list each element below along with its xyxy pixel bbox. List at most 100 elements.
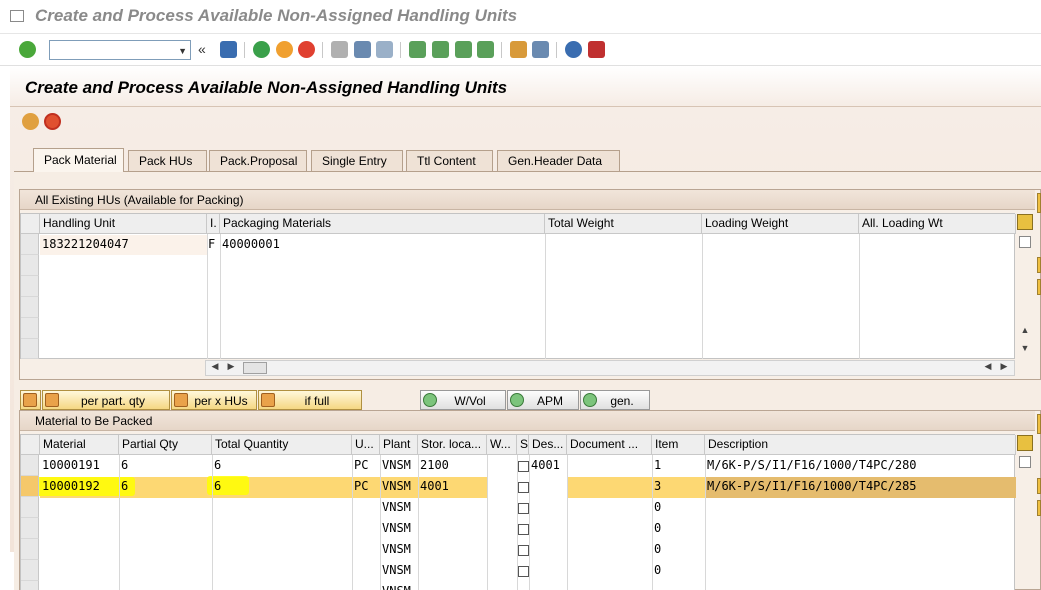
row-checkbox[interactable] bbox=[518, 545, 529, 556]
col-description[interactable]: Description bbox=[705, 435, 1016, 455]
gen-button[interactable]: gen. bbox=[580, 390, 650, 410]
row-checkbox[interactable] bbox=[518, 482, 529, 493]
customize-layout-icon[interactable] bbox=[588, 41, 605, 58]
material-number[interactable]: 10000191 bbox=[40, 456, 119, 477]
row-selector[interactable] bbox=[21, 276, 39, 297]
previous-page-icon[interactable] bbox=[432, 41, 449, 58]
hu-number[interactable]: 183221204047 bbox=[40, 235, 207, 256]
col-total-quantity[interactable]: Total Quantity bbox=[212, 435, 352, 455]
hu-total-weight[interactable] bbox=[545, 235, 702, 256]
row-selector[interactable] bbox=[21, 476, 39, 497]
scroll-thumb[interactable] bbox=[243, 362, 267, 374]
total-quantity[interactable]: 6 bbox=[212, 477, 352, 498]
tab-ttl-content[interactable]: Ttl Content bbox=[406, 150, 493, 171]
partial-qty[interactable]: 6 bbox=[119, 456, 212, 477]
row-selector[interactable] bbox=[21, 297, 39, 318]
document[interactable] bbox=[567, 477, 652, 498]
tab-gen-header-data[interactable]: Gen.Header Data bbox=[497, 150, 620, 171]
total-quantity[interactable]: 6 bbox=[212, 456, 352, 477]
select-column-icon[interactable] bbox=[1019, 236, 1031, 248]
per-part-qty-button[interactable]: per part. qty bbox=[42, 390, 170, 410]
col-all-loading-wt[interactable]: All. Loading Wt bbox=[859, 214, 1016, 234]
lifebuoy-icon[interactable] bbox=[44, 113, 61, 130]
tab-single-entry[interactable]: Single Entry bbox=[311, 150, 403, 171]
col-total-weight[interactable]: Total Weight bbox=[545, 214, 702, 234]
find-icon[interactable] bbox=[354, 41, 371, 58]
col-loading-weight[interactable]: Loading Weight bbox=[702, 214, 859, 234]
tab-pack-material[interactable]: Pack Material bbox=[33, 148, 124, 172]
last-page-icon[interactable] bbox=[477, 41, 494, 58]
col-i[interactable]: I. bbox=[207, 214, 220, 234]
row-checkbox[interactable] bbox=[518, 524, 529, 535]
col-handling-unit[interactable]: Handling Unit bbox=[40, 214, 207, 234]
row-selector[interactable] bbox=[21, 318, 39, 339]
row-checkbox[interactable] bbox=[518, 566, 529, 577]
column-layout-icon[interactable] bbox=[1017, 435, 1033, 451]
row-checkbox[interactable] bbox=[518, 461, 529, 472]
row-selector[interactable] bbox=[21, 518, 39, 539]
hu-all-loading-wt[interactable] bbox=[859, 235, 1016, 256]
row-checkbox[interactable] bbox=[518, 503, 529, 514]
destination[interactable] bbox=[529, 477, 567, 498]
cancel-icon[interactable] bbox=[298, 41, 315, 58]
collapse-icon[interactable]: « bbox=[198, 42, 210, 59]
next-page-icon[interactable] bbox=[455, 41, 472, 58]
col-unit[interactable]: U... bbox=[352, 435, 380, 455]
command-field[interactable]: ▼ bbox=[49, 40, 191, 60]
hu-indicator[interactable]: F bbox=[206, 235, 220, 256]
document[interactable] bbox=[567, 456, 652, 477]
partial-qty[interactable]: 6 bbox=[119, 477, 212, 498]
scroll-left-icon[interactable]: ◀ bbox=[208, 361, 222, 375]
w-vol-button[interactable]: W/Vol bbox=[420, 390, 506, 410]
scroll-right-icon[interactable]: ▶ bbox=[224, 361, 238, 375]
scroll-up-icon[interactable]: ▲ bbox=[1018, 325, 1032, 339]
tab-pack-hus[interactable]: Pack HUs bbox=[128, 150, 207, 171]
destination[interactable]: 4001 bbox=[529, 456, 567, 477]
hu-loading-weight[interactable] bbox=[702, 235, 859, 256]
exit-icon[interactable] bbox=[276, 41, 293, 58]
packing-icon[interactable] bbox=[22, 113, 39, 130]
col-material[interactable]: Material bbox=[40, 435, 119, 455]
if-full-button[interactable]: if full bbox=[258, 390, 362, 410]
col-s[interactable]: S bbox=[517, 435, 529, 455]
select-column-icon[interactable] bbox=[1019, 456, 1031, 468]
window-menu-icon[interactable] bbox=[10, 10, 24, 22]
save-icon[interactable] bbox=[220, 41, 237, 58]
find-next-icon[interactable] bbox=[376, 41, 393, 58]
scroll-right-end-icon[interactable]: ▶ bbox=[997, 361, 1011, 375]
row-selector[interactable] bbox=[21, 255, 39, 276]
first-page-icon[interactable] bbox=[409, 41, 426, 58]
apm-button[interactable]: APM bbox=[507, 390, 579, 410]
col-destination[interactable]: Des... bbox=[529, 435, 567, 455]
row-selector[interactable] bbox=[21, 497, 39, 518]
tab-pack-proposal[interactable]: Pack.Proposal bbox=[209, 150, 307, 171]
print-icon[interactable] bbox=[331, 41, 348, 58]
storage-location[interactable]: 4001 bbox=[418, 477, 487, 498]
help-icon[interactable] bbox=[565, 41, 582, 58]
col-partial-qty[interactable]: Partial Qty bbox=[119, 435, 212, 455]
row-selector[interactable] bbox=[21, 455, 39, 476]
col-item[interactable]: Item bbox=[652, 435, 705, 455]
col-w[interactable]: W... bbox=[487, 435, 517, 455]
col-packaging-materials[interactable]: Packaging Materials bbox=[220, 214, 545, 234]
shortcut-icon[interactable] bbox=[532, 41, 549, 58]
col-plant[interactable]: Plant bbox=[380, 435, 418, 455]
row-selector[interactable] bbox=[21, 539, 39, 560]
back-icon[interactable] bbox=[253, 41, 270, 58]
storage-location[interactable]: 2100 bbox=[418, 456, 487, 477]
scroll-down-icon[interactable]: ▼ bbox=[1018, 343, 1032, 357]
chevron-down-icon[interactable]: ▼ bbox=[178, 46, 187, 56]
column-layout-icon[interactable] bbox=[1017, 214, 1033, 230]
create-session-icon[interactable] bbox=[510, 41, 527, 58]
per-x-hus-button[interactable]: per x HUs bbox=[171, 390, 257, 410]
col-document[interactable]: Document ... bbox=[567, 435, 652, 455]
select-all-corner[interactable] bbox=[21, 435, 40, 455]
row-selector[interactable] bbox=[21, 339, 39, 359]
hu-packaging-material[interactable]: 40000001 bbox=[220, 235, 545, 256]
pack-button[interactable] bbox=[20, 390, 41, 410]
horizontal-scrollbar[interactable] bbox=[205, 360, 1015, 376]
material-number[interactable]: 10000192 bbox=[40, 477, 119, 498]
enter-icon[interactable] bbox=[19, 41, 36, 58]
col-storage-location[interactable]: Stor. loca... bbox=[418, 435, 487, 455]
select-all-corner[interactable] bbox=[21, 214, 40, 234]
